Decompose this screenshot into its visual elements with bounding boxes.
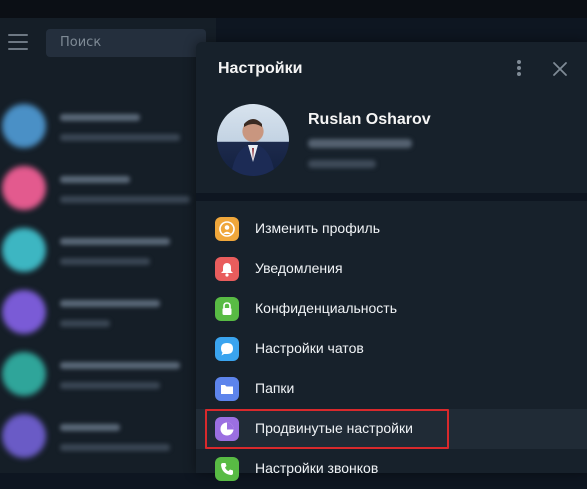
chat-list-item[interactable] xyxy=(0,344,216,406)
chat-list-item[interactable] xyxy=(0,96,216,158)
menu-item-label: Изменить профиль xyxy=(255,220,380,236)
settings-modal: Настройки Ruslan Osharov Изменить профил… xyxy=(196,42,587,481)
profile-avatar[interactable] xyxy=(217,104,289,176)
profile-phone-redacted xyxy=(308,139,412,148)
menu-item-label: Конфиденциальность xyxy=(255,300,398,316)
chat-list-item[interactable] xyxy=(0,220,216,282)
user-icon xyxy=(215,217,239,241)
menu-item-privacy[interactable]: Конфиденциальность xyxy=(196,289,587,329)
chat-list-item[interactable] xyxy=(0,282,216,344)
more-vertical-icon[interactable] xyxy=(514,60,524,80)
profile-name: Ruslan Osharov xyxy=(308,111,431,128)
lock-icon xyxy=(215,297,239,321)
menu-item-label: Папки xyxy=(255,380,295,396)
section-divider xyxy=(196,193,587,201)
bell-icon xyxy=(215,257,239,281)
search-input[interactable]: Поиск xyxy=(46,29,206,57)
highlight-annotation-box xyxy=(205,409,449,449)
window-top-strip xyxy=(0,0,587,18)
menu-item-label: Уведомления xyxy=(255,260,343,276)
menu-item-label: Настройки звонков xyxy=(255,460,379,476)
menu-icon[interactable] xyxy=(8,34,28,50)
chat-list-item[interactable] xyxy=(0,406,216,468)
modal-title: Настройки xyxy=(218,60,303,77)
menu-item-notifications[interactable]: Уведомления xyxy=(196,249,587,289)
menu-item-call-settings[interactable]: Настройки звонков xyxy=(196,449,587,489)
phone-icon xyxy=(215,457,239,481)
menu-item-label: Настройки чатов xyxy=(255,340,364,356)
close-icon[interactable] xyxy=(550,59,570,79)
profile-username-redacted xyxy=(308,160,376,168)
chat-bubble-icon xyxy=(215,337,239,361)
menu-item-folders[interactable]: Папки xyxy=(196,369,587,409)
menu-item-edit-profile[interactable]: Изменить профиль xyxy=(196,209,587,249)
search-placeholder: Поиск xyxy=(60,35,102,50)
folder-icon xyxy=(215,377,239,401)
menu-item-chat-settings[interactable]: Настройки чатов xyxy=(196,329,587,369)
chat-list-item[interactable] xyxy=(0,158,216,220)
